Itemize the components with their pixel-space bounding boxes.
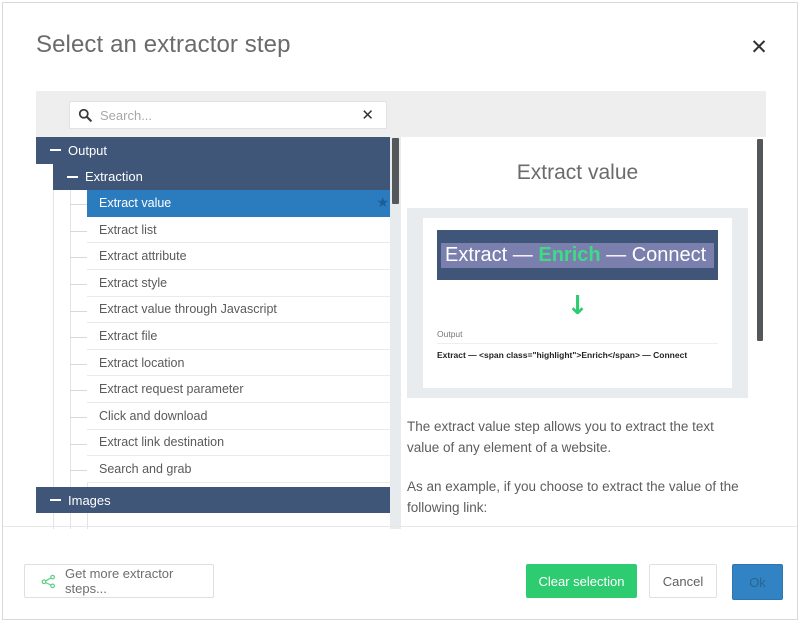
indent-tick <box>70 443 87 445</box>
dialog-header: Select an extractor step ✕ <box>3 3 797 75</box>
indent-tick <box>70 336 87 338</box>
indent-tick <box>70 416 87 418</box>
clear-selection-button[interactable]: Clear selection <box>526 564 637 598</box>
share-nodes-icon <box>41 574 56 589</box>
tree-scrollbar-thumb[interactable] <box>392 138 399 204</box>
tree-item-click-and-download[interactable]: Click and download <box>87 402 401 430</box>
panels: Output Extraction Extract value ★ Extrac… <box>36 137 766 529</box>
preview-output-value: Extract — <span class="highlight">Enrich… <box>437 343 718 360</box>
tree-item-label: Extract link destination <box>99 435 225 450</box>
step-tree: Output Extraction Extract value ★ Extrac… <box>36 137 401 529</box>
collapse-minus-icon <box>67 175 78 178</box>
dialog-footer: Get more extractor steps... Clear select… <box>3 526 797 619</box>
detail-scrollbar-track[interactable] <box>754 137 766 529</box>
collapse-minus-icon <box>50 499 61 502</box>
page-title: Select an extractor step <box>36 31 291 58</box>
banner-highlight: Enrich <box>538 243 601 266</box>
search-box[interactable]: ✕ <box>69 101 387 129</box>
detail-scrollbar-thumb[interactable] <box>757 139 763 341</box>
step-detail-content: Extract value Extract — Enrich — Connect… <box>401 137 754 529</box>
close-icon[interactable]: ✕ <box>747 35 771 59</box>
tree-group-label: Output <box>68 142 108 158</box>
get-more-extractor-steps-button[interactable]: Get more extractor steps... <box>24 564 214 598</box>
detail-paragraph: As an example, if you choose to extract … <box>407 479 739 515</box>
preview-output-label: Output <box>437 329 463 339</box>
preview-card: Extract — Enrich — Connect ↓ Output Extr… <box>407 208 748 398</box>
dialog-body: ✕ Output Extracti <box>3 75 797 529</box>
tree-group-label: Images <box>68 492 111 508</box>
indent-tick <box>70 230 87 232</box>
tree-item-label: Extract list <box>99 222 157 237</box>
cancel-button[interactable]: Cancel <box>649 564 717 598</box>
search-input[interactable] <box>98 106 362 124</box>
indent-guide <box>70 137 71 529</box>
cancel-label: Cancel <box>662 573 704 589</box>
tree-item-label: Click and download <box>99 408 208 423</box>
search-band: ✕ <box>36 91 766 137</box>
arrow-down-icon: ↓ <box>566 291 589 321</box>
ok-label: Ok <box>749 574 766 590</box>
tree-item-label: Search and grab <box>99 461 192 476</box>
tree-group-extraction[interactable]: Extraction <box>53 163 401 191</box>
clear-icon[interactable]: ✕ <box>361 107 374 123</box>
extractor-step-dialog: Select an extractor step ✕ ✕ <box>2 2 798 620</box>
tree-item-extract-file[interactable]: Extract file <box>87 323 401 350</box>
tree-item-extract-value[interactable]: Extract value ★ <box>87 190 401 217</box>
star-icon[interactable]: ★ <box>376 196 389 210</box>
indent-tick <box>70 203 87 205</box>
preview-banner: Extract — Enrich — Connect <box>437 230 718 280</box>
tree-item-extract-attribute[interactable]: Extract attribute <box>87 243 401 270</box>
tree-item-extract-style[interactable]: Extract style <box>87 269 401 297</box>
tree-item-search-and-grab[interactable]: Search and grab <box>87 456 401 483</box>
tree-item-label: Extract request parameter <box>99 382 244 397</box>
collapse-minus-icon <box>50 149 61 152</box>
tree-scrollbar-track[interactable] <box>390 137 401 529</box>
preview-surface: Extract — Enrich — Connect ↓ Output Extr… <box>423 218 732 388</box>
tree-item-extract-list[interactable]: Extract list <box>87 216 401 244</box>
tree-item-label: Extract value <box>99 195 172 210</box>
preview-arrow-wrap: ↓ <box>437 293 718 319</box>
ok-button[interactable]: Ok <box>732 564 783 600</box>
tree-group-label: Extraction <box>85 169 143 185</box>
indent-guide <box>53 137 54 529</box>
detail-paragraph: The extract value step allows you to ext… <box>407 419 714 455</box>
tree-item-extract-location[interactable]: Extract location <box>87 349 401 377</box>
preview-banner-text: Extract — Enrich — Connect <box>441 242 714 268</box>
detail-title: Extract value <box>516 161 639 184</box>
banner-suffix: — Connect <box>600 243 707 266</box>
step-tree-pane: Output Extraction Extract value ★ Extrac… <box>36 137 401 529</box>
tree-item-label: Extract location <box>99 355 185 370</box>
tree-item-extract-value-through-javascript[interactable]: Extract value through Javascript <box>87 296 401 324</box>
indent-tick <box>70 469 87 471</box>
get-more-label: Get more extractor steps... <box>65 566 174 596</box>
step-detail-pane: Extract value Extract — Enrich — Connect… <box>401 137 766 529</box>
tree-item-extract-link-destination[interactable]: Extract link destination <box>87 429 401 457</box>
tree-group-output[interactable]: Output <box>36 137 401 164</box>
tree-item-label: Extract file <box>99 328 158 343</box>
tree-item-extract-request-parameter[interactable]: Extract request parameter <box>87 376 401 403</box>
clear-selection-label: Clear selection <box>538 573 625 589</box>
indent-tick <box>70 310 87 312</box>
indent-tick <box>70 256 87 258</box>
search-icon <box>78 108 92 122</box>
indent-tick <box>70 363 87 365</box>
tree-group-images[interactable]: Images <box>36 486 401 514</box>
tree-item-label: Extract attribute <box>99 249 187 264</box>
banner-prefix: Extract — <box>445 243 539 266</box>
indent-tick <box>70 389 87 391</box>
tree-item-label: Extract value through Javascript <box>99 302 277 317</box>
tree-item-label: Extract style <box>99 275 168 290</box>
indent-tick <box>70 283 87 285</box>
